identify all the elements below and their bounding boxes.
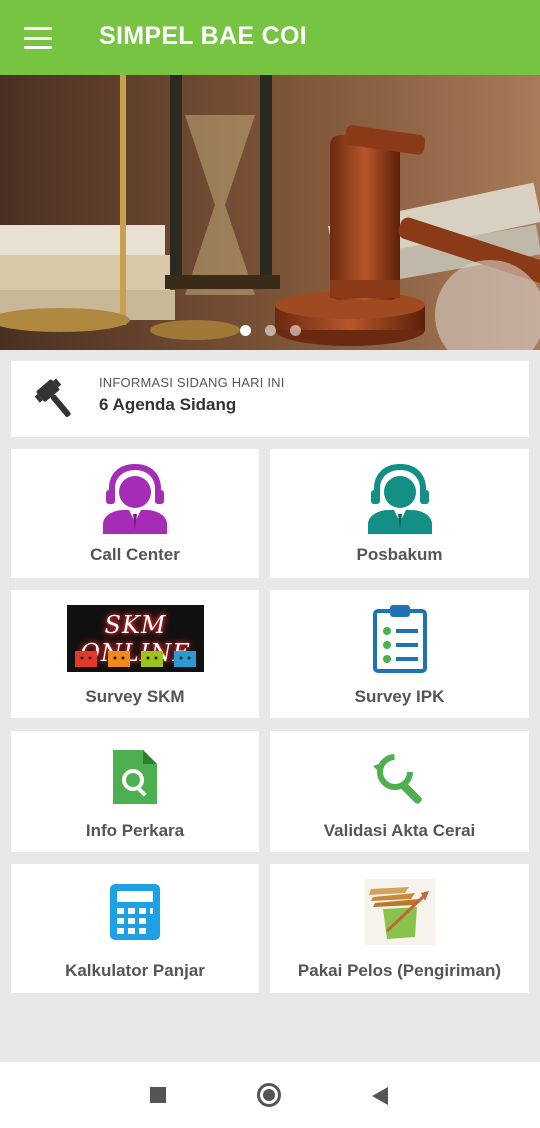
survey-skm-tile[interactable]: SKM ONLINE Survey SKM [11,590,259,718]
gavel-icon [34,378,71,417]
carousel-dot-2[interactable] [264,325,276,336]
pakai-pelos-label: Pakai Pelos (Pengiriman) [297,961,502,980]
call-center-tile[interactable]: Call Center [11,449,259,578]
carousel-dot-3[interactable] [289,325,301,336]
carousel-dot-1[interactable] [239,325,251,336]
validasi-akta-tile[interactable]: Validasi Akta Cerai [270,731,529,852]
banner-carousel[interactable] [0,75,540,350]
call-center-icon [103,464,167,534]
system-nav-bar [0,1062,540,1128]
home-icon[interactable] [257,1083,281,1107]
survey-skm-label: Survey SKM [85,687,185,706]
info-perkara-tile[interactable]: Info Perkara [11,731,259,852]
pakai-pelos-tile[interactable]: Pakai Pelos (Pengiriman) [270,864,529,993]
kalkulator-tile[interactable]: Kalkulator Panjar [11,864,259,993]
document-delivery-icon [365,879,435,945]
posbakum-tile[interactable]: Posbakum [270,449,529,578]
court-info-card[interactable]: INFORMASI SIDANG HARI INI 6 Agenda Sidan… [11,361,529,437]
refresh-search-icon [373,754,422,804]
posbakum-label: Posbakum [356,545,443,564]
validasi-akta-label: Validasi Akta Cerai [323,821,476,840]
calculator-icon [110,884,160,940]
agenda-count: 6 Agenda Sidang [99,395,237,414]
clipboard-checklist-icon [373,605,427,673]
recent-apps-icon[interactable] [150,1087,166,1103]
call-center-label: Call Center [90,545,180,564]
info-perkara-label: Info Perkara [85,821,185,840]
document-search-icon [113,750,157,804]
survey-ipk-label: Survey IPK [354,687,445,706]
info-label: INFORMASI SIDANG HARI INI [99,375,285,390]
survey-ipk-tile[interactable]: Survey IPK [270,590,529,718]
app-title: SIMPEL BAE COI [99,22,307,50]
kalkulator-label: Kalkulator Panjar [65,961,205,980]
posbakum-icon [368,464,432,534]
carousel-indicators [0,325,540,336]
hamburger-menu-icon[interactable] [22,24,54,52]
back-icon[interactable] [372,1087,388,1105]
skm-online-image: SKM ONLINE [67,605,204,672]
banner-image [0,75,540,350]
app-bar: SIMPEL BAE COI [0,0,540,75]
emoji-faces-icon [75,651,196,667]
